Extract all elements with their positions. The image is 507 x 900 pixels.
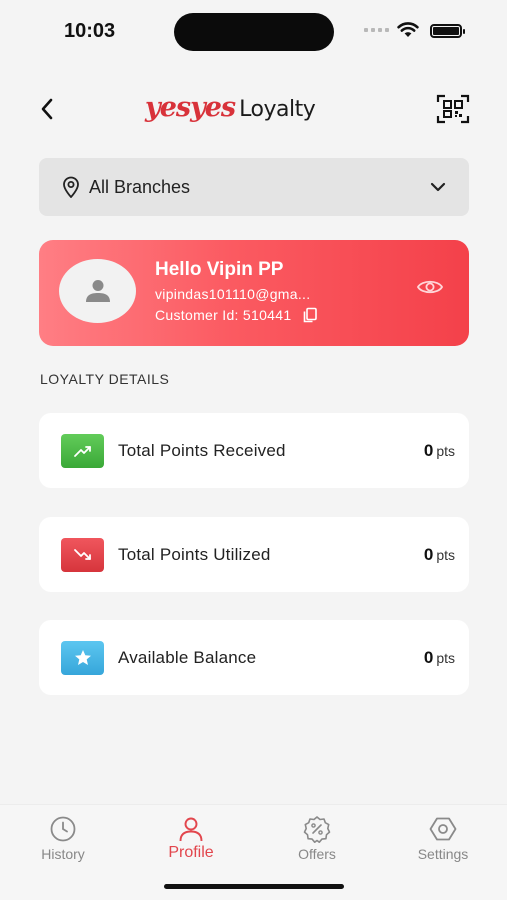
nav-label: Settings	[417, 846, 469, 862]
signal-icon	[364, 28, 389, 32]
app-header: yesyes Loyalty	[0, 86, 507, 134]
eye-icon[interactable]	[416, 278, 444, 296]
greeting: Hello Vipin PP	[155, 259, 284, 280]
trending-up-icon	[61, 433, 104, 468]
branch-select[interactable]: All Branches	[39, 158, 469, 216]
branch-label: All Branches	[89, 176, 191, 197]
available-balance-card: Available Balance 0 pts	[39, 620, 469, 695]
battery-icon	[430, 24, 465, 38]
percent-badge-icon	[303, 816, 331, 843]
nav-label: Profile	[168, 844, 214, 861]
user-icon	[179, 817, 203, 842]
location-pin-icon	[63, 176, 79, 198]
email: vipindas101110@gma...	[155, 286, 311, 302]
nav-label: History	[41, 846, 85, 862]
nav-profile[interactable]: Profile	[146, 815, 236, 862]
stat-value: 0	[423, 647, 434, 667]
qr-scan-button[interactable]	[436, 94, 470, 124]
nav-settings[interactable]: Settings	[398, 815, 488, 862]
nav-label: Offers	[298, 846, 336, 862]
gear-icon	[429, 817, 457, 841]
wifi-icon	[397, 22, 419, 37]
dynamic-island	[174, 13, 334, 51]
stat-label: Total Points Received	[118, 440, 286, 460]
customer-id: Customer Id: 510441	[155, 307, 292, 323]
copy-icon[interactable]	[302, 307, 318, 323]
customer-id-row: Customer Id: 510441	[155, 307, 318, 323]
chevron-left-icon	[41, 98, 53, 120]
status-time: 10:03	[64, 20, 116, 42]
nav-history[interactable]: History	[18, 815, 108, 862]
stat-label: Total Points Utilized	[118, 544, 271, 564]
brand-word: Loyalty	[239, 97, 316, 122]
chevron-down-icon	[430, 182, 446, 192]
stat-value: 0	[423, 544, 434, 564]
avatar	[59, 259, 136, 323]
user-avatar-icon	[85, 280, 110, 302]
brand-logo: yesyes Loyalty	[145, 92, 316, 123]
qr-scan-icon	[436, 94, 470, 124]
star-icon	[61, 640, 104, 675]
clock-icon	[50, 816, 76, 842]
trending-down-icon	[61, 537, 104, 572]
nav-offers[interactable]: Offers	[272, 815, 362, 862]
stat-unit: pts	[436, 649, 455, 666]
stat-unit: pts	[436, 442, 455, 459]
stat-label: Available Balance	[118, 647, 257, 667]
section-title: LOYALTY DETAILS	[40, 371, 170, 387]
profile-card: Hello Vipin PP vipindas101110@gma... Cus…	[39, 240, 469, 346]
status-bar: 10:03	[0, 0, 507, 60]
home-indicator	[164, 884, 344, 889]
points-utilized-card: Total Points Utilized 0 pts	[39, 517, 469, 592]
brand-script: yesyes	[145, 92, 236, 123]
stat-value: 0	[423, 440, 434, 460]
points-received-card: Total Points Received 0 pts	[39, 413, 469, 488]
stat-unit: pts	[436, 546, 455, 563]
back-button[interactable]	[34, 96, 60, 122]
